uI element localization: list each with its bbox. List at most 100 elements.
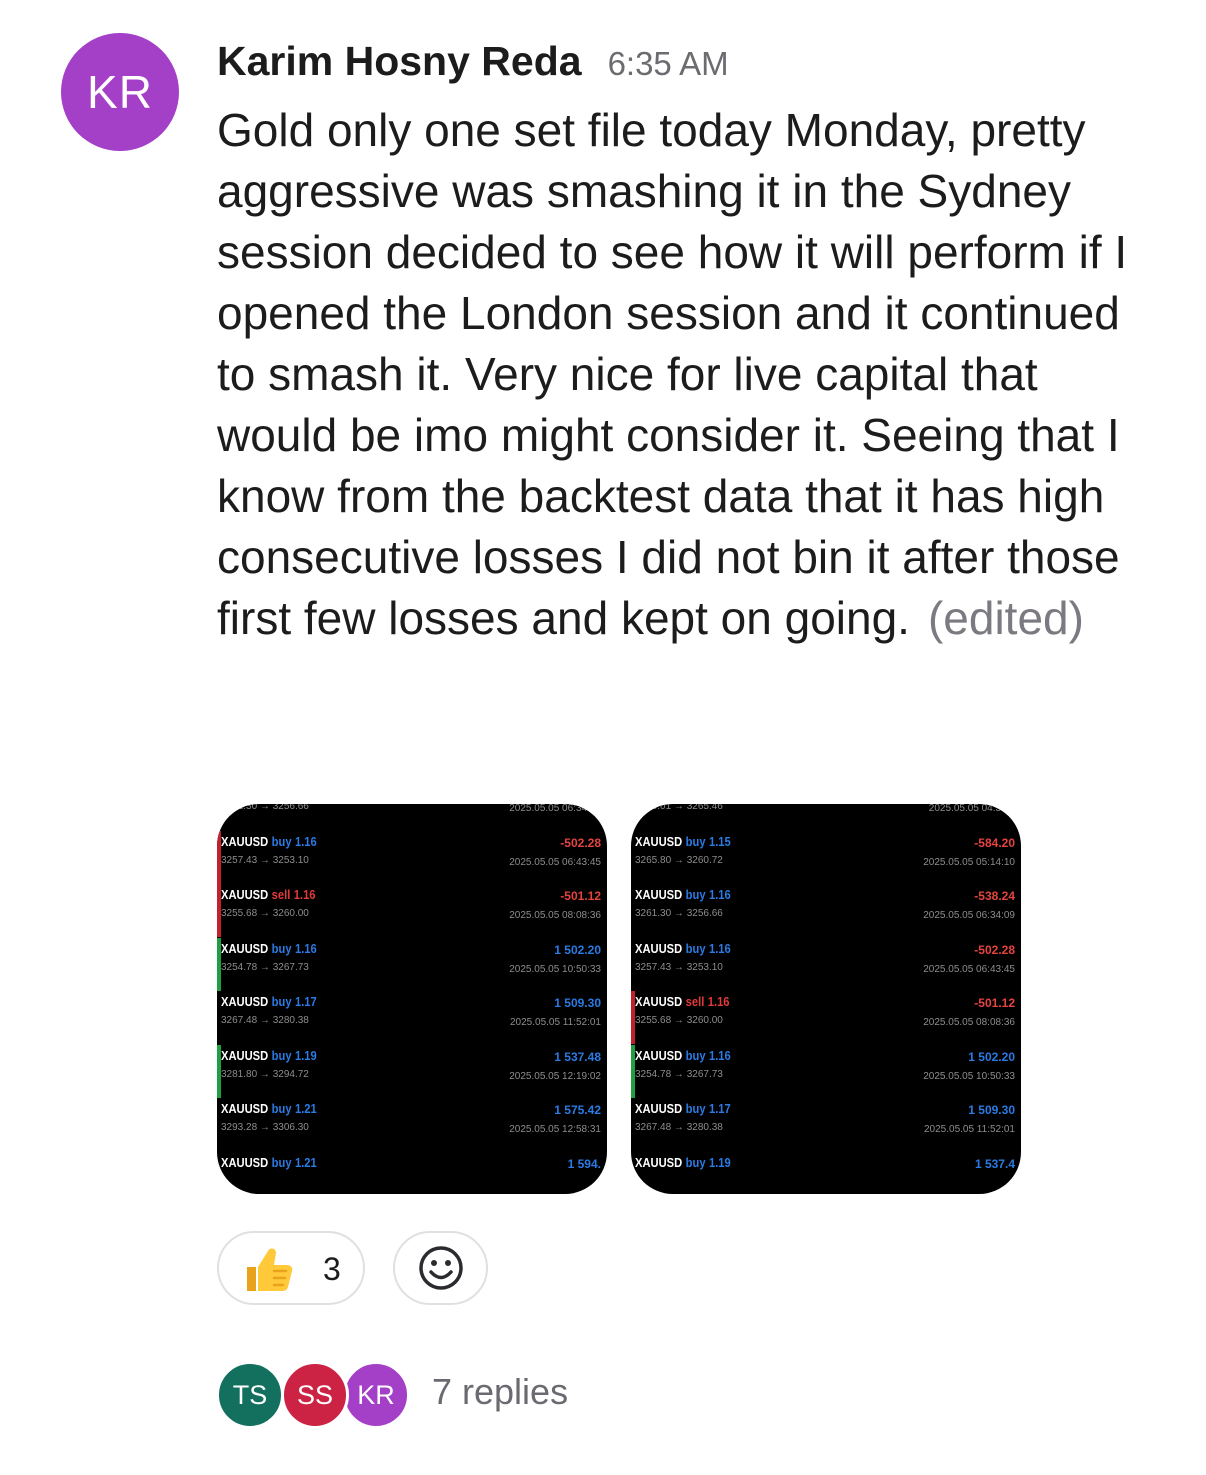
trade-lot: 1.16 — [708, 940, 731, 956]
trade-symbol: XAUUSD buy 1.16 — [221, 941, 317, 956]
trade-symbol: XAUUSD buy 1.16 — [635, 887, 731, 902]
trade-lot: 1.21 — [294, 1101, 317, 1116]
trade-row: XAUUSD buy 1.21 1 594. — [217, 1152, 607, 1195]
trade-side: buy — [271, 1101, 292, 1116]
trade-time: 2025.05.05 05:14:10 — [923, 856, 1015, 868]
replier-avatar-ss[interactable]: SS — [281, 1361, 349, 1429]
trade-time: 2025.05.05 06:34:09 — [923, 910, 1015, 921]
trade-row: XAUUSD buy 1.16 3254.78 → 3267.73 1 502.20 20… — [631, 1044, 1021, 1098]
trade-row: XAUUSD sell 1.16 3255.68 → 3260.00 -501.12 20… — [217, 884, 607, 937]
trade-side: buy — [685, 887, 706, 902]
trade-time: 2025.05.05 06:43:45 — [923, 963, 1015, 975]
thumbs-up-icon — [247, 1248, 293, 1291]
thumbs-up-reaction[interactable]: 3 — [217, 1231, 365, 1305]
trade-symbol-text: XAUUSD — [221, 1101, 269, 1116]
trade-prices: 3267.48 → 3280.38 — [221, 1015, 309, 1026]
trade-symbol-text: XAUUSD — [221, 940, 269, 956]
trade-symbol: XAUUSD buy 1.15 — [635, 834, 731, 849]
reaction-count: 3 — [323, 1251, 341, 1287]
trade-side: sell — [271, 887, 291, 902]
trade-row: XAUUSD buy 1.19 1 537.4 — [631, 1152, 1021, 1195]
trade-side: sell — [685, 994, 705, 1009]
trade-time: 2025.05.05 11:52:01 — [923, 1124, 1015, 1135]
trade-row: XAUUSD buy 1.15 3265.80 → 3260.72 -584.20 202… — [631, 831, 1021, 884]
trade-prices: 3270.01 → 3265.46 — [635, 804, 723, 812]
trade-side: buy — [271, 833, 292, 849]
trade-time: 2025.05.05 11:52:01 — [509, 1017, 601, 1028]
replies-link[interactable]: 7 replies — [432, 1371, 568, 1413]
trade-time: 2025.05.05 10:50:33 — [923, 1070, 1015, 1082]
trade-symbol-text: XAUUSD — [635, 833, 683, 849]
trade-symbol: XAUUSD sell 1.16 — [635, 994, 730, 1009]
replier-avatar-ts[interactable]: TS — [216, 1361, 284, 1429]
trade-symbol-text: XAUUSD — [635, 994, 683, 1009]
replier-initials: TS — [232, 1379, 268, 1410]
trade-symbol: XAUUSD buy 1.17 — [221, 994, 317, 1009]
trade-symbol-text: XAUUSD — [221, 833, 269, 849]
trade-symbol-text: XAUUSD — [635, 940, 683, 956]
trade-side: buy — [271, 940, 292, 956]
trade-profit: 1 502.20 — [968, 1049, 1015, 1064]
trade-side: buy — [271, 994, 292, 1009]
replier-initials: SS — [296, 1379, 334, 1410]
trade-profit: 1 537.4 — [974, 1156, 1015, 1171]
trade-row: XAUUSD buy 1.16 3254.78 → 3267.73 1 502.20 20… — [217, 937, 607, 991]
trade-symbol-text: XAUUSD — [221, 1047, 269, 1063]
trade-prices: 3254.78 → 3267.73 — [221, 961, 309, 973]
trade-symbol-text: XAUUSD — [635, 1047, 683, 1063]
trade-lot: 1.16 — [708, 887, 731, 902]
add-reaction-button[interactable] — [393, 1231, 488, 1305]
trade-profit: -502.28 — [560, 835, 601, 850]
trade-side: buy — [271, 1047, 292, 1063]
image-attachment-1[interactable]: XAUUSDbuy1.163261.30 → 3256.66-538.24202… — [217, 804, 607, 1194]
trade-prices: 3255.68 → 3260.00 — [221, 908, 309, 919]
trade-time: 2025.05.05 06:43:45 — [509, 856, 601, 868]
trade-row: XAUUSD buy 1.19 3281.80 → 3294.72 1 537.48 20… — [217, 1044, 607, 1098]
trade-profit: 1 594. — [567, 1156, 601, 1171]
trade-lot: 1.19 — [708, 1154, 731, 1170]
trade-profit: -501.12 — [560, 889, 601, 903]
trade-profit: -538.24 — [974, 889, 1015, 903]
trade-symbol: XAUUSD buy 1.17 — [635, 1101, 731, 1116]
trade-profit: -502.28 — [974, 942, 1015, 957]
trade-row: XAUUSD buy 1.17 3267.48 → 3280.38 1 509.30 20… — [631, 1098, 1021, 1151]
trade-time: 2025.05.05 12:19:02 — [509, 1070, 601, 1082]
trade-row: XAUUSD buy 1.21 3293.28 → 3306.30 1 575.42 20… — [217, 1098, 607, 1151]
trade-side: buy — [685, 833, 706, 849]
trade-lot: 1.17 — [708, 1101, 731, 1116]
trade-prices: 3261.30 → 3256.66 — [221, 804, 309, 812]
trade-profit: 1 537.48 — [554, 1049, 601, 1064]
trade-lot: 1.15 — [708, 833, 731, 849]
trade-prices: 3257.43 → 3253.10 — [221, 854, 309, 866]
trade-side: buy — [271, 1154, 292, 1170]
trade-time: 2025.05.05 08:08:36 — [509, 910, 601, 921]
author-name[interactable]: Karim Hosny Reda — [217, 38, 582, 85]
trade-time: 2025.05.05 04:38:4 — [928, 804, 1015, 814]
message-timestamp[interactable]: 6:35 AM — [608, 45, 729, 83]
trade-profit: 1 509.30 — [968, 1103, 1015, 1117]
trade-symbol-text: XAUUSD — [635, 887, 683, 902]
trade-time: 2025.05.05 06:34:09 — [509, 804, 601, 814]
trade-row: XAUUSDbuy1.16 3261.30 → 3256.66 -538.24 202… — [631, 884, 1021, 937]
trade-lot: 1.16 — [293, 887, 316, 902]
trade-row: XAUUSD sell 1.16 3255.68 → 3260.00 -501.12 20… — [631, 991, 1021, 1044]
replier-initials: KR — [357, 1379, 395, 1410]
trade-lot: 1.21 — [294, 1154, 317, 1170]
trade-lot: 1.19 — [294, 1047, 317, 1063]
image-attachment-2[interactable]: XAUUSDbuy1.153270.01 → 3265.46-538.2025.… — [631, 804, 1021, 1194]
trade-side: buy — [685, 1154, 706, 1170]
trade-prices: 3267.48 → 3280.38 — [635, 1122, 723, 1133]
replier-avatar-kr[interactable]: KR — [342, 1361, 410, 1429]
trade-row: XAUUSDbuy1.153270.01 → 3265.46-538.2025.… — [631, 804, 1021, 830]
trade-symbol: XAUUSD buy 1.19 — [221, 1048, 317, 1063]
trade-prices: 3255.68 → 3260.00 — [635, 1015, 723, 1026]
trade-profit: 1 575.42 — [554, 1103, 601, 1117]
trade-profit: -584.20 — [974, 835, 1015, 850]
trade-side: buy — [685, 940, 706, 956]
avatar-initials: KR — [87, 66, 153, 118]
author-avatar[interactable]: KR — [61, 33, 179, 151]
trade-profit: 1 502.20 — [554, 942, 601, 957]
trade-symbol: XAUUSD buy 1.16 — [635, 941, 731, 956]
trade-side: buy — [685, 1101, 706, 1116]
trade-symbol: XAUUSD buy 1.19 — [635, 1155, 731, 1170]
